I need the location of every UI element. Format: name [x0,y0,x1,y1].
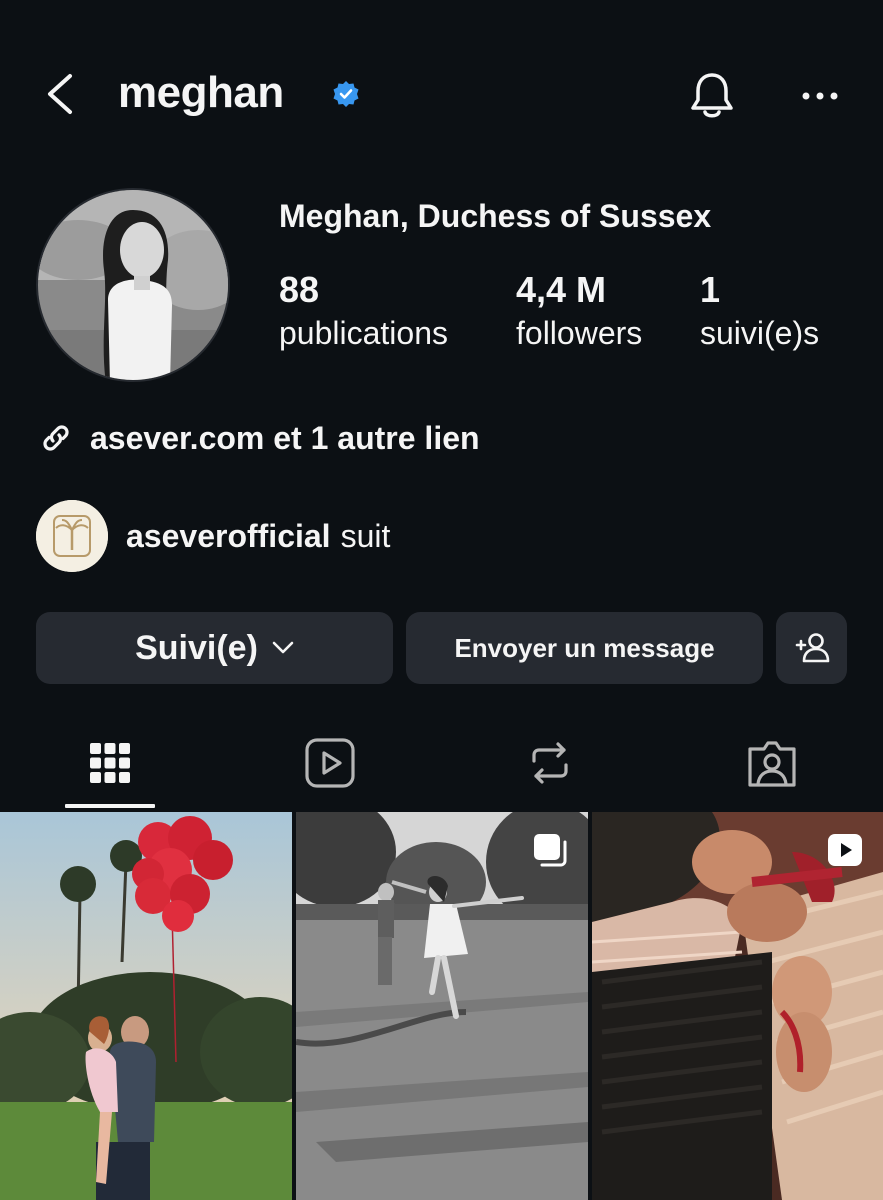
link-icon [43,425,69,451]
profile-header: meghan [0,58,883,130]
posts-stat[interactable]: 88 publications [279,268,448,354]
back-button[interactable] [40,72,84,116]
tab-reels[interactable] [285,728,375,798]
tab-tagged[interactable] [727,728,817,798]
chevron-down-icon [272,641,294,654]
tagged-icon [748,741,796,787]
post-thumbnail[interactable] [0,812,292,1200]
bio-link[interactable]: asever.com et 1 autre lien [36,418,480,458]
chevron-left-icon [48,74,72,114]
reels-icon [305,738,355,788]
message-button[interactable]: Envoyer un message [406,612,763,684]
posts-grid [0,812,883,1200]
followers-label: followers [516,315,643,351]
tab-reposts[interactable] [505,728,595,798]
following-label: suivi(e)s [700,315,820,351]
verified-badge-icon [333,81,359,107]
grid-icon [90,743,130,783]
profile-username: meghan [118,68,284,117]
profile-tabs [0,728,883,810]
add-user-icon [795,633,829,663]
carousel-icon [534,834,567,867]
profile-avatar[interactable] [36,188,230,382]
follower-avatar[interactable] [36,500,108,572]
post-thumbnail[interactable] [592,812,883,1200]
bell-icon [691,73,733,118]
profile-full-name: Meghan, Duchess of Sussex [279,198,712,234]
active-tab-indicator [65,804,155,808]
follower-suffix: suit [340,517,391,554]
posts-count: 88 [279,269,320,310]
message-button-label: Envoyer un message [454,632,715,663]
link-text: asever.com et 1 autre lien [90,419,480,456]
following-button[interactable]: Suivi(e) [36,612,393,684]
suggest-users-button[interactable] [776,612,847,684]
tab-posts-grid[interactable] [65,728,155,798]
followers-count: 4,4 M [516,269,607,310]
followed-by-row: aseverofficial suit [36,500,390,572]
post-thumbnail[interactable] [296,812,588,1200]
posts-label: publications [279,315,448,351]
follower-name[interactable]: aseverofficial [126,518,331,555]
reel-icon [828,834,862,866]
followers-stat[interactable]: 4,4 M followers [516,268,642,354]
notifications-button[interactable] [686,70,738,122]
following-stat[interactable]: 1 suivi(e)s [700,268,819,354]
following-count: 1 [700,269,721,310]
more-options-button[interactable] [798,78,842,114]
reposts-icon [532,742,568,784]
following-button-label: Suivi(e) [135,628,258,667]
more-horizontal-icon [802,92,838,100]
